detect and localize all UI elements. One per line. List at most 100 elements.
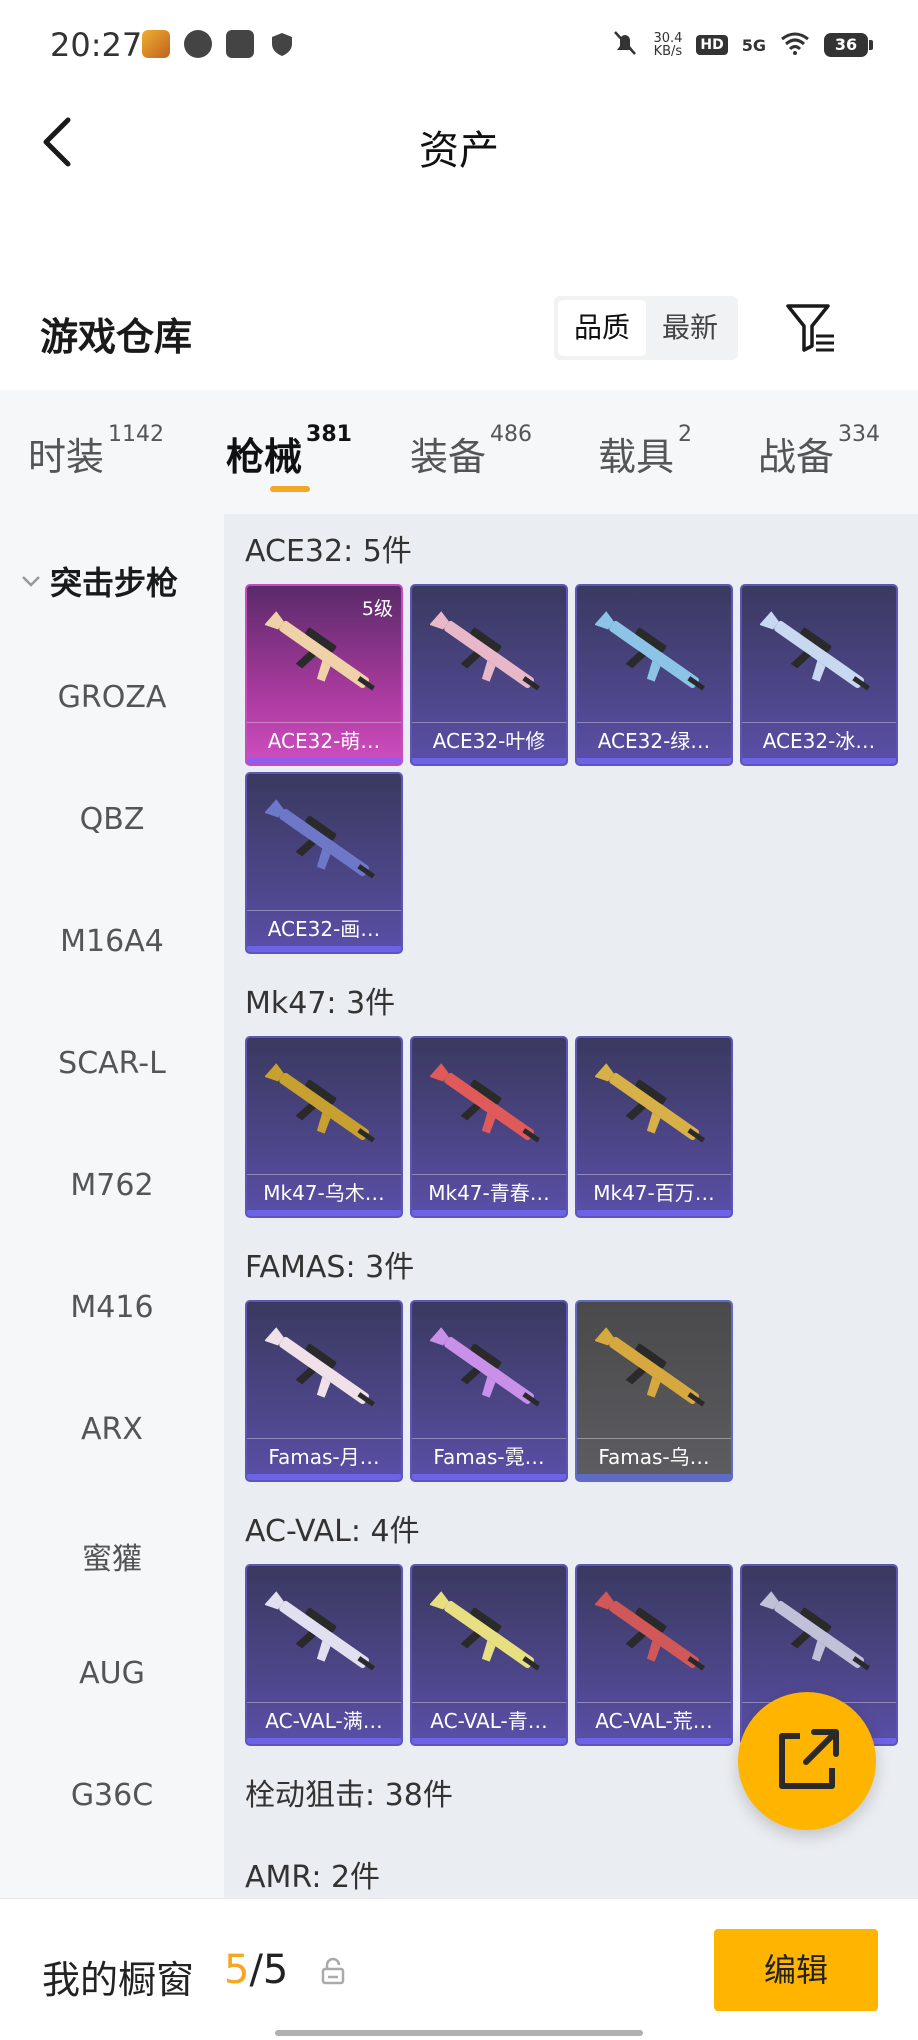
skin-card[interactable]: 5级 ACE32-萌…: [245, 584, 403, 766]
status-time: 20:27: [50, 26, 143, 64]
tab-count: 1142: [108, 422, 165, 447]
rifle-image: [265, 611, 375, 691]
sidebar-category-assault-rifle[interactable]: 突击步枪: [20, 558, 178, 604]
skin-name: AC-VAL-荒…: [577, 1702, 731, 1738]
rifle-image: [265, 1063, 375, 1143]
skin-card[interactable]: ACE32-绿…: [575, 584, 733, 766]
system-icons: 30.4 KB/s HD 5G 36: [611, 28, 873, 62]
tab-label: 装备: [410, 435, 487, 479]
tab-vehicles[interactable]: 载具2: [598, 422, 692, 481]
rifle-image: [430, 1327, 540, 1407]
filter-icon: [786, 304, 834, 352]
group-title-ac-val: AC-VAL: 4件: [245, 1514, 420, 1549]
rifle-image: [265, 1327, 375, 1407]
skin-name: Famas-乌…: [577, 1438, 731, 1474]
mute-icon: [611, 28, 639, 62]
message-icon: [226, 30, 254, 58]
skin-card[interactable]: Famas-月…: [245, 1300, 403, 1482]
sort-toggle: 品质 最新: [554, 296, 738, 360]
rarity-bar: [247, 1210, 401, 1216]
battery-icon: 36: [824, 33, 873, 57]
tab-label: 枪械: [226, 435, 303, 479]
skin-name: ACE32-萌…: [247, 722, 401, 758]
weapon-sidebar: 突击步枪 GROZA QBZ M16A4 SCAR-L M762 M416 AR…: [0, 514, 224, 1898]
home-indicator[interactable]: [275, 2030, 643, 2036]
sidebar-item-m762[interactable]: M762: [0, 1168, 224, 1203]
skin-card[interactable]: Mk47-青春…: [410, 1036, 568, 1218]
chevron-down-icon: [22, 576, 40, 587]
group-title-famas: FAMAS: 3件: [245, 1250, 415, 1285]
rarity-bar: [412, 1210, 566, 1216]
rarity-bar: [247, 946, 401, 952]
skin-name: Mk47-乌木…: [247, 1174, 401, 1210]
sidebar-item-g36c[interactable]: G36C: [0, 1778, 224, 1813]
sidebar-item-aug[interactable]: AUG: [0, 1656, 224, 1691]
edit-button[interactable]: 编辑: [714, 1929, 878, 2011]
sidebar-item-m416[interactable]: M416: [0, 1290, 224, 1325]
rifle-image: [430, 611, 540, 691]
skin-name: Mk47-百万…: [577, 1174, 731, 1210]
skin-card[interactable]: AC-VAL-满…: [245, 1564, 403, 1746]
filter-button[interactable]: [782, 300, 838, 356]
notification-icons: [142, 30, 296, 58]
rifle-image: [595, 1591, 705, 1671]
rifle-image: [595, 1063, 705, 1143]
rarity-bar: [247, 758, 401, 764]
skin-card[interactable]: ACE32-画…: [245, 772, 403, 954]
tab-fashion[interactable]: 时装1142: [28, 422, 164, 481]
sort-option-newest[interactable]: 最新: [646, 300, 734, 356]
sort-option-quality[interactable]: 品质: [558, 300, 646, 356]
skin-name: ACE32-叶修: [412, 722, 566, 758]
sidebar-item-qbz[interactable]: QBZ: [0, 802, 224, 837]
rarity-bar: [412, 1474, 566, 1480]
shield-icon: [268, 30, 296, 58]
sidebar-category-label: 突击步枪: [50, 564, 179, 602]
group-title-mk47: Mk47: 3件: [245, 986, 396, 1021]
showcase-bar: 我的橱窗 5/5 编辑: [0, 1898, 918, 2040]
skin-card[interactable]: Famas-霓…: [410, 1300, 568, 1482]
rarity-bar: [742, 758, 896, 764]
sidebar-item-scar-l[interactable]: SCAR-L: [0, 1046, 224, 1081]
tab-firearms[interactable]: 枪械381: [226, 422, 352, 481]
rifle-image: [430, 1591, 540, 1671]
group-title-ace32: ACE32: 5件: [245, 534, 412, 569]
skin-card[interactable]: ACE32-叶修: [410, 584, 568, 766]
sidebar-item-m16a4[interactable]: M16A4: [0, 924, 224, 959]
tab-count: 381: [306, 422, 352, 447]
tab-count: 334: [838, 422, 881, 447]
rifle-image: [265, 1591, 375, 1671]
share-button[interactable]: [738, 1692, 876, 1830]
network-speed: 30.4 KB/s: [653, 32, 682, 58]
sidebar-item-honey-badger[interactable]: 蜜獾: [0, 1534, 224, 1578]
hd-badge: HD: [696, 35, 728, 55]
skin-card[interactable]: AC-VAL-青…: [410, 1564, 568, 1746]
skin-card[interactable]: Famas-乌…: [575, 1300, 733, 1482]
rarity-bar: [247, 1738, 401, 1744]
signal-5g-icon: 5G: [741, 35, 766, 55]
showcase-label: 我的橱窗: [42, 1958, 195, 2002]
sidebar-item-groza[interactable]: GROZA: [0, 680, 224, 715]
skin-name: AC-VAL-满…: [247, 1702, 401, 1738]
sidebar-item-arx[interactable]: ARX: [0, 1412, 224, 1447]
rarity-bar: [577, 1474, 731, 1480]
skin-name: Famas-霓…: [412, 1438, 566, 1474]
skin-card[interactable]: Mk47-百万…: [575, 1036, 733, 1218]
skin-name: ACE32-冰…: [742, 722, 896, 758]
rifle-image: [760, 611, 870, 691]
skin-name: Famas-月…: [247, 1438, 401, 1474]
rifle-image: [265, 799, 375, 879]
tab-battle-gear[interactable]: 战备334: [758, 422, 880, 481]
status-bar: 20:27 30.4 KB/s HD 5G 36: [0, 0, 918, 92]
active-tab-indicator: [270, 486, 310, 492]
weapon-skin-grid: ACE32: 5件 5级 ACE32-萌… ACE32-叶修 ACE32-绿… …: [224, 514, 918, 1898]
category-tabs: 时装1142 枪械381 装备486 载具2 战备334: [0, 390, 918, 514]
rifle-image: [595, 1327, 705, 1407]
rarity-bar: [577, 1738, 731, 1744]
skin-card[interactable]: AC-VAL-荒…: [575, 1564, 733, 1746]
skin-card[interactable]: Mk47-乌木…: [245, 1036, 403, 1218]
browser-icon: [184, 30, 212, 58]
tab-equipment[interactable]: 装备486: [410, 422, 532, 481]
skin-card[interactable]: ACE32-冰…: [740, 584, 898, 766]
external-link-icon: [779, 1729, 839, 1789]
showcase-total: /5: [249, 1947, 289, 1993]
